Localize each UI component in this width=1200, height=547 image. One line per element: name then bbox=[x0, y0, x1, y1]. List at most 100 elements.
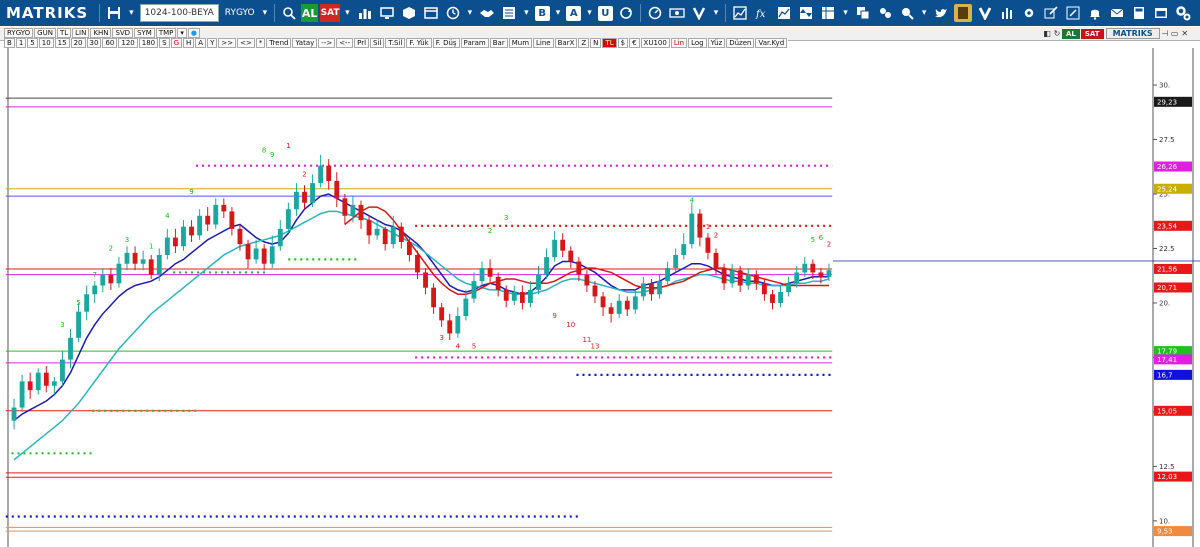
tool-log[interactable]: Log bbox=[688, 38, 707, 48]
pin-icon[interactable]: ⊣ bbox=[1160, 29, 1170, 39]
tool-param[interactable]: Param bbox=[460, 38, 489, 48]
table-dropdown-icon[interactable]: ▾ bbox=[843, 8, 848, 18]
tool-lin[interactable]: Lin bbox=[670, 38, 688, 48]
toolbar-letter-b[interactable]: B bbox=[534, 5, 550, 21]
tool-z[interactable]: Z bbox=[578, 38, 590, 48]
period-svd-button[interactable]: SVD bbox=[112, 27, 134, 38]
interval-b[interactable]: B bbox=[4, 38, 15, 48]
tool-tsil[interactable]: T.Sil bbox=[385, 38, 406, 48]
v-brand-icon[interactable] bbox=[976, 4, 994, 22]
list-dropdown-icon[interactable]: ▾ bbox=[524, 8, 529, 18]
line-chart-icon[interactable] bbox=[731, 4, 749, 22]
cog-icon[interactable] bbox=[1174, 4, 1192, 22]
scroll-right-button[interactable]: >> bbox=[218, 38, 237, 48]
interval-120[interactable]: 120 bbox=[118, 38, 138, 48]
interval-y[interactable]: Y bbox=[207, 38, 218, 48]
window-toggle-icon[interactable] bbox=[1152, 4, 1170, 22]
zoom-dropdown-icon[interactable]: ▾ bbox=[922, 8, 927, 18]
tool-sil[interactable]: Sil bbox=[370, 38, 385, 48]
fx-icon[interactable]: fx bbox=[753, 4, 771, 22]
v-dropdown-icon[interactable]: ▾ bbox=[714, 8, 719, 18]
list-icon[interactable] bbox=[500, 4, 518, 22]
handshake-icon[interactable] bbox=[478, 4, 496, 22]
clock-icon[interactable] bbox=[444, 4, 462, 22]
interval-s[interactable]: S bbox=[159, 38, 170, 48]
interval-60[interactable]: 60 bbox=[102, 38, 118, 48]
interval-5[interactable]: 5 bbox=[27, 38, 38, 48]
tool-fdus[interactable]: F. Düş bbox=[432, 38, 460, 48]
lock-icon[interactable]: ◧ bbox=[1042, 29, 1052, 39]
period-gun-button[interactable]: GUN bbox=[34, 27, 56, 38]
chart-bars-icon[interactable] bbox=[356, 4, 374, 22]
symbol-button[interactable]: RYGYO bbox=[4, 27, 34, 38]
sell-button[interactable]: SAT bbox=[320, 4, 341, 22]
tool-arrow-left[interactable]: <-- bbox=[336, 38, 354, 48]
edit-icon[interactable] bbox=[1042, 4, 1060, 22]
chart-buy-button[interactable]: AL bbox=[1062, 28, 1080, 39]
period-khn-button[interactable]: KHN bbox=[90, 27, 112, 38]
bars-icon[interactable] bbox=[998, 4, 1016, 22]
interval-30[interactable]: 30 bbox=[86, 38, 102, 48]
tool-mum[interactable]: Mum bbox=[508, 38, 533, 48]
clock-dropdown-icon[interactable]: ▾ bbox=[468, 8, 473, 18]
symbol-dropdown-icon[interactable]: ▾ bbox=[263, 8, 268, 18]
tool-var-kyd[interactable]: Var.Kyd bbox=[755, 38, 788, 48]
period-tmp-button[interactable]: TMP bbox=[155, 27, 177, 38]
b-dropdown-icon[interactable]: ▾ bbox=[556, 8, 561, 18]
mail-icon[interactable] bbox=[1108, 4, 1126, 22]
dropdown-arrow-icon[interactable]: ▾ bbox=[129, 8, 134, 18]
window-icon[interactable] bbox=[422, 4, 440, 22]
save-icon[interactable] bbox=[105, 4, 123, 22]
restore-icon[interactable]: ▭ bbox=[1170, 29, 1180, 39]
tool-yatay[interactable]: Yatay bbox=[292, 38, 318, 48]
twitter-icon[interactable] bbox=[932, 4, 950, 22]
scroll-both-button[interactable]: <> bbox=[237, 38, 255, 48]
tool-xu100[interactable]: XU100 bbox=[640, 38, 670, 48]
period-tl-button[interactable]: TL bbox=[56, 27, 72, 38]
sort-icon[interactable] bbox=[797, 4, 815, 22]
v-icon[interactable] bbox=[690, 4, 708, 22]
tool-barx[interactable]: BarX bbox=[554, 38, 578, 48]
tool-n[interactable]: N bbox=[590, 38, 602, 48]
zoom-icon[interactable] bbox=[898, 4, 916, 22]
buy-button[interactable]: AL bbox=[301, 4, 319, 22]
table-icon[interactable] bbox=[819, 4, 837, 22]
refresh-icon[interactable] bbox=[617, 4, 635, 22]
chart-sell-button[interactable]: SAT bbox=[1080, 28, 1104, 39]
price-chart[interactable]: 89129357231423434 51113910125 62 30.27.525… bbox=[0, 48, 1200, 547]
interval-h[interactable]: H bbox=[183, 38, 195, 48]
cube-icon[interactable] bbox=[400, 4, 418, 22]
a-dropdown-icon[interactable]: ▾ bbox=[587, 8, 592, 18]
order-dropdown-icon[interactable]: ▾ bbox=[345, 8, 350, 18]
tool-yuz[interactable]: Yüz bbox=[707, 38, 726, 48]
symbol-label[interactable]: RYGYO bbox=[225, 8, 255, 18]
chart-icon[interactable] bbox=[775, 4, 793, 22]
monitor-icon[interactable] bbox=[378, 4, 396, 22]
toolbar-letter-a[interactable]: A bbox=[566, 5, 582, 21]
gear-icon[interactable] bbox=[1020, 4, 1038, 22]
bell-icon[interactable] bbox=[1086, 4, 1104, 22]
close-icon[interactable]: ✕ bbox=[1180, 29, 1190, 39]
interval-15[interactable]: 15 bbox=[54, 38, 70, 48]
calculator-icon[interactable] bbox=[1130, 4, 1148, 22]
tool-trend[interactable]: Trend bbox=[266, 38, 292, 48]
period-lin-button[interactable]: LIN bbox=[72, 27, 90, 38]
period-dropdown-icon[interactable]: ▾ bbox=[177, 27, 187, 38]
tool-arrow-right[interactable]: --> bbox=[318, 38, 336, 48]
tool-duzen[interactable]: Düzen bbox=[726, 38, 755, 48]
tool-dollar[interactable]: $ bbox=[617, 38, 629, 48]
interval-g[interactable]: G bbox=[170, 38, 182, 48]
interval-180[interactable]: 180 bbox=[138, 38, 159, 48]
interval-10[interactable]: 10 bbox=[38, 38, 54, 48]
tool-prl[interactable]: Prl bbox=[354, 38, 370, 48]
tool-euro[interactable]: € bbox=[629, 38, 640, 48]
interval-a[interactable]: A bbox=[195, 38, 207, 48]
tool-tl[interactable]: TL bbox=[602, 38, 617, 48]
currency-icon[interactable] bbox=[668, 4, 686, 22]
layout-select[interactable]: 1024-100-BEYA bbox=[139, 4, 219, 22]
gauge-icon[interactable] bbox=[646, 4, 664, 22]
resize-icon[interactable] bbox=[1064, 4, 1082, 22]
tool-bar[interactable]: Bar bbox=[489, 38, 508, 48]
tool-fyuk[interactable]: F. Yük bbox=[406, 38, 432, 48]
note-icon[interactable] bbox=[954, 4, 973, 22]
